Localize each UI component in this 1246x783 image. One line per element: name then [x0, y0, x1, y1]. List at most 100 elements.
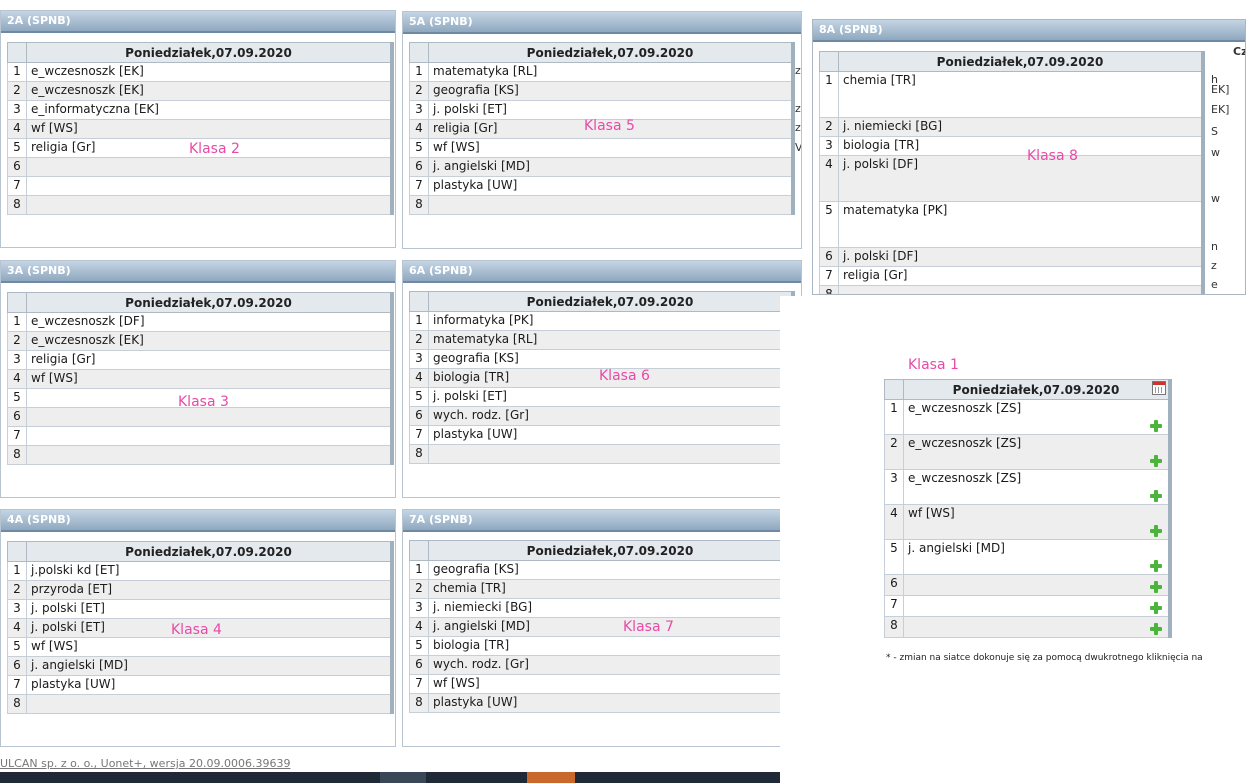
- lesson-cell[interactable]: plastyka [UW]: [428, 693, 794, 713]
- lesson-cell[interactable]: wych. rodz. [Gr]: [428, 406, 794, 426]
- lesson-cell[interactable]: e_wczesnoszk [EK]: [26, 81, 393, 101]
- lesson-cell[interactable]: j. polski [ET]: [428, 387, 794, 407]
- table-row[interactable]: 4 j. angielski [MD]: [409, 617, 794, 637]
- table-row[interactable]: 1 matematyka [RL]: [409, 62, 794, 82]
- lesson-cell[interactable]: wf [WS]: [26, 119, 393, 139]
- lesson-cell[interactable]: [26, 157, 393, 177]
- lesson-cell[interactable]: e_wczesnoszk [ZS]: [903, 399, 1171, 435]
- table-row[interactable]: 3 j. polski [ET]: [7, 599, 393, 619]
- table-row[interactable]: 4 wf [WS]: [884, 504, 1171, 540]
- table-row[interactable]: 1 j.polski kd [ET]: [7, 561, 393, 581]
- table-row[interactable]: 6: [7, 407, 393, 427]
- table-row[interactable]: 3 geografia [KS]: [409, 349, 794, 369]
- lesson-cell[interactable]: informatyka [PK]: [428, 311, 794, 331]
- lesson-cell[interactable]: e_wczesnoszk [ZS]: [903, 434, 1171, 470]
- add-lesson-icon[interactable]: [1150, 581, 1162, 593]
- table-row[interactable]: 5 j. polski [ET]: [409, 387, 794, 407]
- table-row[interactable]: 3 e_wczesnoszk [ZS]: [884, 469, 1171, 505]
- table-row[interactable]: 1 e_wczesnoszk [ZS]: [884, 399, 1171, 435]
- table-row[interactable]: 8 plastyka [UW]: [409, 693, 794, 713]
- table-row[interactable]: 7 wf [WS]: [409, 674, 794, 694]
- add-lesson-icon[interactable]: [1150, 455, 1162, 467]
- lesson-cell[interactable]: [26, 195, 393, 215]
- lesson-cell[interactable]: [428, 195, 794, 215]
- table-row[interactable]: 4 wf [WS]: [7, 119, 393, 139]
- lesson-cell[interactable]: e_wczesnoszk [EK]: [26, 331, 393, 351]
- table-row[interactable]: 1 chemia [TR]: [819, 71, 1204, 118]
- lesson-cell[interactable]: j. niemiecki [BG]: [838, 117, 1204, 137]
- lesson-cell[interactable]: [26, 694, 393, 714]
- table-row[interactable]: 2 e_wczesnoszk [ZS]: [884, 434, 1171, 470]
- lesson-cell[interactable]: religia [Gr]: [26, 350, 393, 370]
- lesson-cell[interactable]: e_wczesnoszk [DF]: [26, 312, 393, 332]
- lesson-cell[interactable]: [26, 426, 393, 446]
- table-row[interactable]: 6: [7, 157, 393, 177]
- table-row[interactable]: 7 plastyka [UW]: [409, 176, 794, 196]
- lesson-cell[interactable]: j. angielski [MD]: [428, 617, 794, 637]
- lesson-cell[interactable]: plastyka [UW]: [428, 176, 794, 196]
- table-row[interactable]: 8: [7, 694, 393, 714]
- table-row[interactable]: 1 e_wczesnoszk [DF]: [7, 312, 393, 332]
- table-row[interactable]: 7 plastyka [UW]: [7, 675, 393, 695]
- table-row[interactable]: 8: [409, 195, 794, 215]
- lesson-cell[interactable]: j. polski [DF]: [838, 155, 1204, 202]
- table-row[interactable]: 3 religia [Gr]: [7, 350, 393, 370]
- lesson-cell[interactable]: [903, 574, 1171, 596]
- lesson-cell[interactable]: [26, 407, 393, 427]
- table-row[interactable]: 6 wych. rodz. [Gr]: [409, 655, 794, 675]
- lesson-cell[interactable]: wf [WS]: [903, 504, 1171, 540]
- lesson-cell[interactable]: [428, 444, 794, 464]
- table-row[interactable]: 5 j. angielski [MD]: [884, 539, 1171, 575]
- table-row[interactable]: 5 wf [WS]: [409, 138, 794, 158]
- lesson-cell[interactable]: [26, 176, 393, 196]
- table-row[interactable]: 8: [409, 444, 794, 464]
- table-row[interactable]: 6 j. polski [DF]: [819, 247, 1204, 267]
- table-row[interactable]: 3 j. polski [ET]: [409, 100, 794, 120]
- lesson-cell[interactable]: biologia [TR]: [838, 136, 1204, 156]
- lesson-cell[interactable]: wf [WS]: [428, 674, 794, 694]
- table-row[interactable]: 2 przyroda [ET]: [7, 580, 393, 600]
- lesson-cell[interactable]: j. polski [ET]: [26, 599, 393, 619]
- lesson-cell[interactable]: matematyka [RL]: [428, 330, 794, 350]
- table-row[interactable]: 7: [884, 595, 1171, 617]
- lesson-cell[interactable]: chemia [TR]: [838, 71, 1204, 118]
- table-row[interactable]: 5 biologia [TR]: [409, 636, 794, 656]
- add-lesson-icon[interactable]: [1150, 623, 1162, 635]
- lesson-cell[interactable]: j.polski kd [ET]: [26, 561, 393, 581]
- table-row[interactable]: 8: [884, 616, 1171, 638]
- add-lesson-icon[interactable]: [1150, 525, 1162, 537]
- lesson-cell[interactable]: plastyka [UW]: [428, 425, 794, 445]
- table-row[interactable]: 7 plastyka [UW]: [409, 425, 794, 445]
- table-row[interactable]: 1 informatyka [PK]: [409, 311, 794, 331]
- table-row[interactable]: 4 j. polski [DF]: [819, 155, 1204, 202]
- add-lesson-icon[interactable]: [1150, 602, 1162, 614]
- lesson-cell[interactable]: [838, 285, 1204, 294]
- lesson-cell[interactable]: wf [WS]: [428, 138, 794, 158]
- lesson-cell[interactable]: geografia [KS]: [428, 560, 794, 580]
- table-row[interactable]: 4 wf [WS]: [7, 369, 393, 389]
- lesson-cell[interactable]: biologia [TR]: [428, 636, 794, 656]
- lesson-cell[interactable]: j. niemiecki [BG]: [428, 598, 794, 618]
- table-row[interactable]: 7: [7, 176, 393, 196]
- table-row[interactable]: 2 geografia [KS]: [409, 81, 794, 101]
- table-row[interactable]: 7: [7, 426, 393, 446]
- lesson-cell[interactable]: [903, 616, 1171, 638]
- lesson-cell[interactable]: chemia [TR]: [428, 579, 794, 599]
- table-row[interactable]: 6 j. angielski [MD]: [7, 656, 393, 676]
- lesson-cell[interactable]: wf [WS]: [26, 637, 393, 657]
- lesson-cell[interactable]: j. polski [ET]: [428, 100, 794, 120]
- lesson-cell[interactable]: plastyka [UW]: [26, 675, 393, 695]
- table-row[interactable]: 1 e_wczesnoszk [EK]: [7, 62, 393, 82]
- table-row[interactable]: 3 biologia [TR]: [819, 136, 1204, 156]
- lesson-cell[interactable]: j. angielski [MD]: [26, 656, 393, 676]
- lesson-cell[interactable]: j. angielski [MD]: [903, 539, 1171, 575]
- lesson-cell[interactable]: geografia [KS]: [428, 81, 794, 101]
- lesson-cell[interactable]: geografia [KS]: [428, 349, 794, 369]
- lesson-cell[interactable]: [903, 595, 1171, 617]
- table-row[interactable]: 8: [7, 445, 393, 465]
- table-row[interactable]: 6 wych. rodz. [Gr]: [409, 406, 794, 426]
- lesson-cell[interactable]: wych. rodz. [Gr]: [428, 655, 794, 675]
- calendar-icon[interactable]: [1152, 381, 1166, 395]
- table-row[interactable]: 7 religia [Gr]: [819, 266, 1204, 286]
- taskbar-item[interactable]: [380, 772, 426, 783]
